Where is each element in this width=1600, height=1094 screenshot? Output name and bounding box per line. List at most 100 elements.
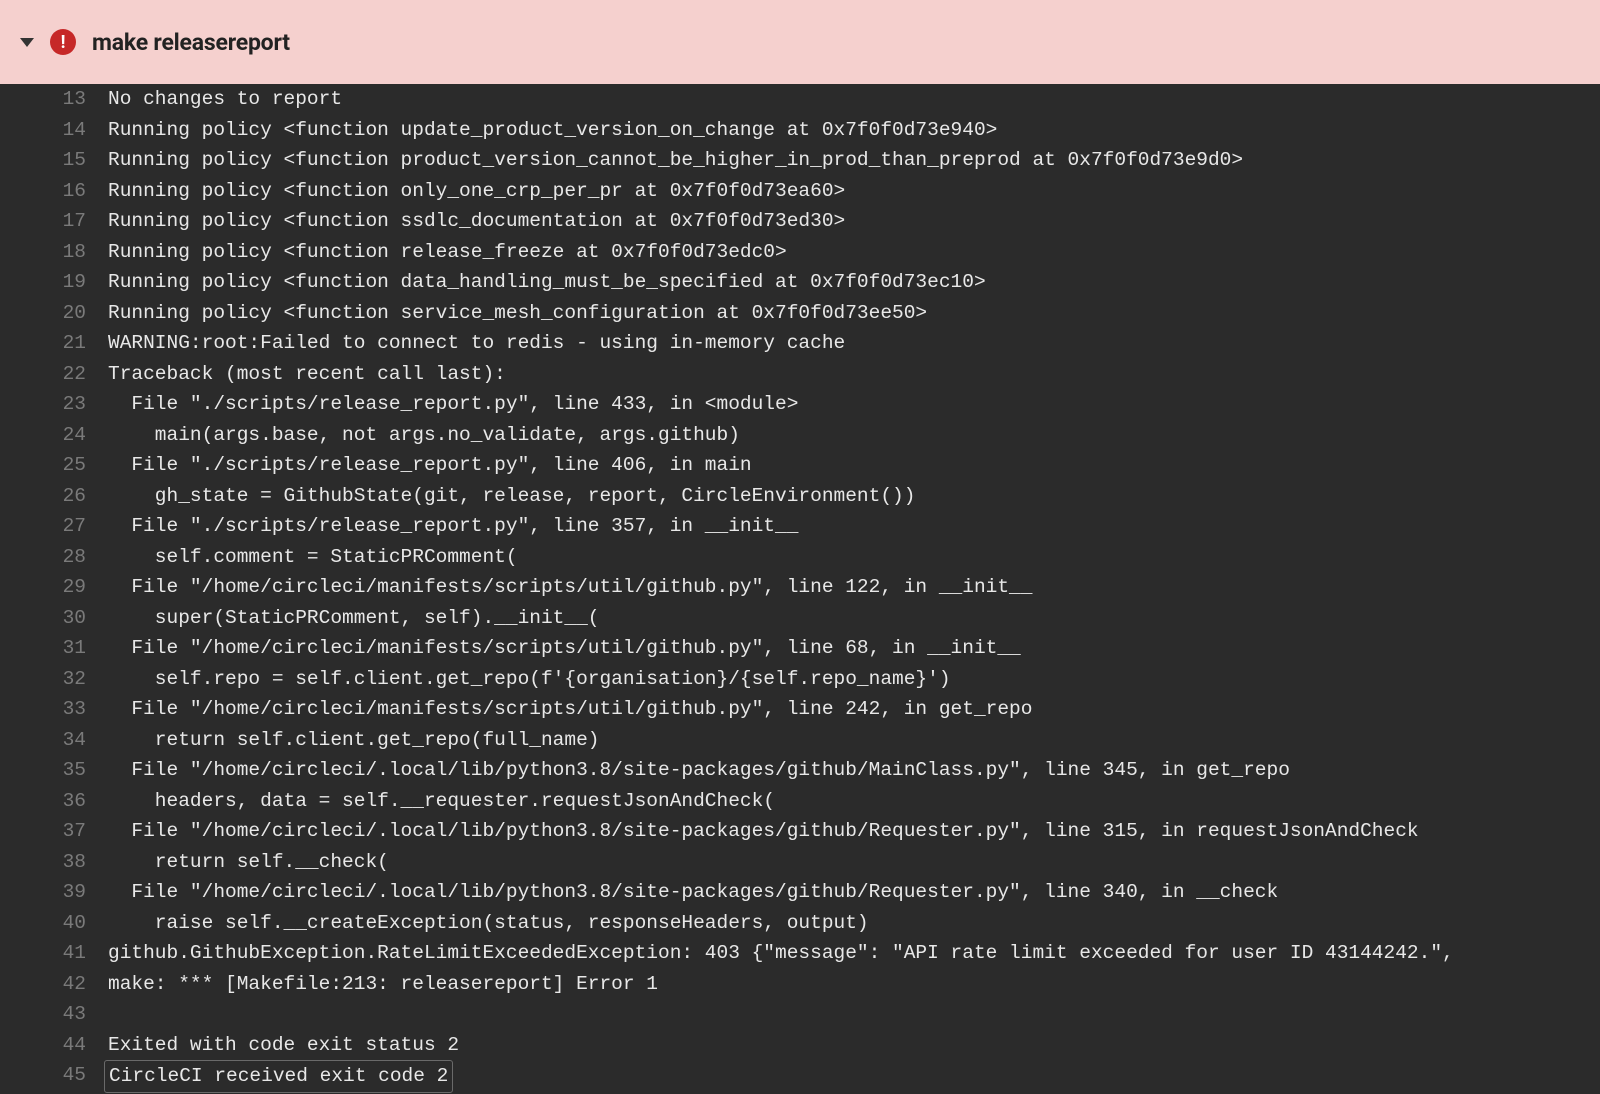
line-content: return self.client.get_repo(full_name): [108, 725, 1600, 756]
terminal-line: 41github.GithubException.RateLimitExceed…: [0, 938, 1600, 969]
line-content: main(args.base, not args.no_validate, ar…: [108, 420, 1600, 451]
line-number: 32: [0, 664, 108, 695]
line-content: File "./scripts/release_report.py", line…: [108, 511, 1600, 542]
line-content: Running policy <function product_version…: [108, 145, 1600, 176]
line-number: 21: [0, 328, 108, 359]
line-content: No changes to report: [108, 84, 1600, 115]
line-number: 23: [0, 389, 108, 420]
collapse-caret-icon[interactable]: [20, 38, 34, 47]
line-number: 43: [0, 999, 108, 1030]
line-number: 39: [0, 877, 108, 908]
line-number: 35: [0, 755, 108, 786]
terminal-line: 42make: *** [Makefile:213: releasereport…: [0, 969, 1600, 1000]
error-status-icon: !: [50, 29, 76, 55]
terminal-line: 19Running policy <function data_handling…: [0, 267, 1600, 298]
line-content: Running policy <function data_handling_m…: [108, 267, 1600, 298]
line-content: gh_state = GithubState(git, release, rep…: [108, 481, 1600, 512]
line-content: github.GithubException.RateLimitExceeded…: [108, 938, 1600, 969]
terminal-line: 26 gh_state = GithubState(git, release, …: [0, 481, 1600, 512]
terminal-line: 29 File "/home/circleci/manifests/script…: [0, 572, 1600, 603]
step-header[interactable]: ! make releasereport: [0, 0, 1600, 84]
terminal-line: 31 File "/home/circleci/manifests/script…: [0, 633, 1600, 664]
line-number: 26: [0, 481, 108, 512]
line-number: 20: [0, 298, 108, 329]
line-number: 14: [0, 115, 108, 146]
terminal-line: 38 return self.__check(: [0, 847, 1600, 878]
line-content: Running policy <function release_freeze …: [108, 237, 1600, 268]
line-number: 17: [0, 206, 108, 237]
line-content: File "/home/circleci/manifests/scripts/u…: [108, 633, 1600, 664]
terminal-line: 43: [0, 999, 1600, 1030]
line-content: File "/home/circleci/manifests/scripts/u…: [108, 694, 1600, 725]
terminal-line: 17Running policy <function ssdlc_documen…: [0, 206, 1600, 237]
line-number: 16: [0, 176, 108, 207]
line-content: raise self.__createException(status, res…: [108, 908, 1600, 939]
terminal-line: 13No changes to report: [0, 84, 1600, 115]
line-number: 13: [0, 84, 108, 115]
line-content: [108, 999, 1600, 1030]
line-number: 34: [0, 725, 108, 756]
line-number: 37: [0, 816, 108, 847]
terminal-line: 22Traceback (most recent call last):: [0, 359, 1600, 390]
line-content: Running policy <function ssdlc_documenta…: [108, 206, 1600, 237]
line-content: headers, data = self.__requester.request…: [108, 786, 1600, 817]
line-content: self.repo = self.client.get_repo(f'{orga…: [108, 664, 1600, 695]
line-number: 19: [0, 267, 108, 298]
terminal-line: 18Running policy <function release_freez…: [0, 237, 1600, 268]
line-number: 15: [0, 145, 108, 176]
line-number: 29: [0, 572, 108, 603]
terminal-line: 28 self.comment = StaticPRComment(: [0, 542, 1600, 573]
line-content: make: *** [Makefile:213: releasereport] …: [108, 969, 1600, 1000]
line-content: File "/home/circleci/.local/lib/python3.…: [108, 877, 1600, 908]
line-content: CircleCI received exit code 2: [104, 1060, 453, 1093]
line-number: 27: [0, 511, 108, 542]
terminal-line: 23 File "./scripts/release_report.py", l…: [0, 389, 1600, 420]
line-number: 18: [0, 237, 108, 268]
line-content: Exited with code exit status 2: [108, 1030, 1600, 1061]
line-number: 28: [0, 542, 108, 573]
line-content: File "./scripts/release_report.py", line…: [108, 389, 1600, 420]
line-number: 38: [0, 847, 108, 878]
line-content: Traceback (most recent call last):: [108, 359, 1600, 390]
step-title: make releasereport: [92, 29, 290, 56]
terminal-line: 21WARNING:root:Failed to connect to redi…: [0, 328, 1600, 359]
line-number: 22: [0, 359, 108, 390]
terminal-line: 16Running policy <function only_one_crp_…: [0, 176, 1600, 207]
line-content: Running policy <function only_one_crp_pe…: [108, 176, 1600, 207]
line-number: 31: [0, 633, 108, 664]
terminal-line: 40 raise self.__createException(status, …: [0, 908, 1600, 939]
terminal-line: 35 File "/home/circleci/.local/lib/pytho…: [0, 755, 1600, 786]
terminal-line: 37 File "/home/circleci/.local/lib/pytho…: [0, 816, 1600, 847]
line-content: Running policy <function update_product_…: [108, 115, 1600, 146]
line-number: 36: [0, 786, 108, 817]
line-content: return self.__check(: [108, 847, 1600, 878]
line-number: 30: [0, 603, 108, 634]
terminal-line: 36 headers, data = self.__requester.requ…: [0, 786, 1600, 817]
terminal-line: 25 File "./scripts/release_report.py", l…: [0, 450, 1600, 481]
terminal-line: 44Exited with code exit status 2: [0, 1030, 1600, 1061]
line-content: Running policy <function service_mesh_co…: [108, 298, 1600, 329]
terminal-line: 45CircleCI received exit code 2: [0, 1060, 1600, 1093]
line-number: 45: [0, 1060, 108, 1093]
terminal-line: 27 File "./scripts/release_report.py", l…: [0, 511, 1600, 542]
line-content: File "./scripts/release_report.py", line…: [108, 450, 1600, 481]
terminal-line: 39 File "/home/circleci/.local/lib/pytho…: [0, 877, 1600, 908]
line-content: WARNING:root:Failed to connect to redis …: [108, 328, 1600, 359]
line-content: super(StaticPRComment, self).__init__(: [108, 603, 1600, 634]
line-content: File "/home/circleci/manifests/scripts/u…: [108, 572, 1600, 603]
terminal-line: 32 self.repo = self.client.get_repo(f'{o…: [0, 664, 1600, 695]
line-content: File "/home/circleci/.local/lib/python3.…: [108, 755, 1600, 786]
line-number: 24: [0, 420, 108, 451]
terminal-line: 33 File "/home/circleci/manifests/script…: [0, 694, 1600, 725]
line-content: self.comment = StaticPRComment(: [108, 542, 1600, 573]
line-number: 44: [0, 1030, 108, 1061]
line-number: 40: [0, 908, 108, 939]
line-number: 33: [0, 694, 108, 725]
terminal-output: 13No changes to report14Running policy <…: [0, 84, 1600, 1093]
terminal-line: 14Running policy <function update_produc…: [0, 115, 1600, 146]
terminal-line: 20Running policy <function service_mesh_…: [0, 298, 1600, 329]
terminal-line: 30 super(StaticPRComment, self).__init__…: [0, 603, 1600, 634]
terminal-line: 15Running policy <function product_versi…: [0, 145, 1600, 176]
line-number: 41: [0, 938, 108, 969]
terminal-line: 24 main(args.base, not args.no_validate,…: [0, 420, 1600, 451]
